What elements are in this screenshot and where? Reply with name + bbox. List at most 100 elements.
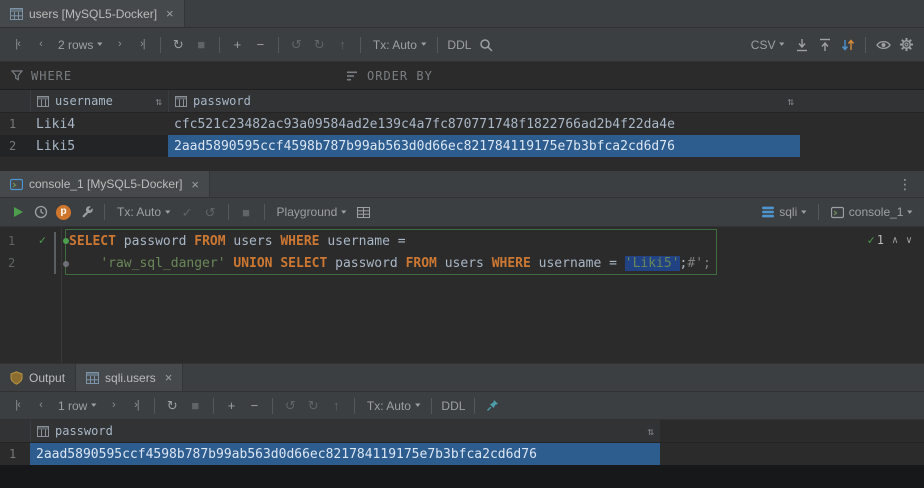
search-button[interactable] bbox=[474, 34, 497, 56]
commit-button[interactable]: ✓ bbox=[176, 201, 199, 223]
revert-button[interactable]: ↺ bbox=[285, 34, 308, 56]
next-page-button[interactable]: › bbox=[102, 395, 125, 417]
code-line-1[interactable]: SELECT password FROM users WHERE usernam… bbox=[62, 230, 924, 252]
order-by-input[interactable]: ORDER BY bbox=[336, 62, 444, 89]
tab-users-grid[interactable]: users [MySQL5-Docker] × bbox=[0, 0, 185, 27]
tx-mode-dropdown[interactable]: Tx: Auto ▾ bbox=[367, 34, 432, 56]
session-console-dropdown[interactable]: console_1 ▾ bbox=[825, 201, 918, 223]
sort-toggle-icon[interactable]: ⇅ bbox=[155, 95, 162, 108]
cell-password[interactable]: cfc521c23482ac93a09584ad2e139c4a7fc87077… bbox=[168, 113, 800, 135]
toolbar-separator bbox=[213, 398, 214, 414]
reload-button[interactable]: ↻ bbox=[167, 34, 190, 56]
code-line-2[interactable]: 'raw_sql_danger' UNION SELECT password F… bbox=[62, 252, 924, 274]
chevron-down-icon: ▾ bbox=[97, 41, 102, 48]
submit-button[interactable]: ↑ bbox=[325, 395, 348, 417]
prev-statement-icon[interactable]: ∧ bbox=[892, 235, 898, 246]
page-size-dropdown[interactable]: 2 rows ▾ bbox=[52, 34, 108, 56]
cell-username[interactable]: Liki4 bbox=[30, 113, 168, 135]
shield-icon bbox=[10, 371, 23, 385]
output-layout-button[interactable] bbox=[352, 201, 375, 223]
cancel-query-button[interactable]: ■ bbox=[235, 201, 258, 223]
session-db-dropdown[interactable]: sqli ▾ bbox=[756, 201, 812, 223]
editor-gutter: 1 2 ✓ bbox=[0, 227, 62, 363]
ddl-button[interactable]: DDL bbox=[444, 34, 474, 56]
column-header-username[interactable]: username ⇅ bbox=[30, 90, 168, 112]
row-number: 1 bbox=[0, 113, 30, 135]
add-row-button[interactable]: + bbox=[226, 34, 249, 56]
toolbar-separator bbox=[865, 37, 866, 53]
prev-page-button[interactable]: ‹ bbox=[29, 395, 52, 417]
sort-toggle-icon[interactable]: ⇅ bbox=[787, 95, 794, 108]
console-tab-bar: console_1 [MySQL5-Docker] × ⋮ bbox=[0, 171, 924, 198]
stop-button[interactable]: ■ bbox=[184, 395, 207, 417]
column-header-password[interactable]: password ⇅ bbox=[30, 420, 660, 442]
toolbar-separator bbox=[219, 37, 220, 53]
view-options-button[interactable] bbox=[872, 34, 895, 56]
settings-button[interactable] bbox=[895, 34, 918, 56]
last-page-button[interactable]: ›| bbox=[125, 395, 148, 417]
close-icon[interactable]: × bbox=[191, 178, 199, 191]
toolbar-separator bbox=[154, 398, 155, 414]
tab-sqli-users[interactable]: sqli.users × bbox=[76, 364, 183, 391]
toolbar-separator bbox=[360, 37, 361, 53]
parameters-button[interactable]: p bbox=[52, 201, 75, 223]
editor-code-area[interactable]: SELECT password FROM users WHERE usernam… bbox=[62, 227, 924, 363]
session-console-label: console_1 bbox=[849, 205, 904, 219]
column-header-password[interactable]: password ⇅ bbox=[168, 90, 800, 112]
close-icon[interactable]: × bbox=[165, 371, 173, 384]
console-file-icon bbox=[10, 178, 23, 191]
export-format-dropdown[interactable]: CSV ▾ bbox=[745, 34, 790, 56]
cell-username[interactable]: Liki5 bbox=[30, 135, 168, 157]
first-page-button[interactable]: |‹ bbox=[6, 395, 29, 417]
next-statement-icon[interactable]: ∨ bbox=[906, 235, 912, 246]
pin-tab-button[interactable] bbox=[481, 395, 504, 417]
last-page-button[interactable]: ›| bbox=[131, 34, 154, 56]
sort-toggle-icon[interactable]: ⇅ bbox=[647, 425, 654, 438]
stop-button[interactable]: ■ bbox=[190, 34, 213, 56]
page-size-dropdown[interactable]: 1 row ▾ bbox=[52, 395, 102, 417]
prev-page-button[interactable]: ‹ bbox=[29, 34, 52, 56]
table-icon bbox=[10, 8, 23, 20]
tx-mode-label: Tx: Auto bbox=[117, 205, 161, 219]
redo-button[interactable]: ↻ bbox=[302, 395, 325, 417]
close-icon[interactable]: × bbox=[166, 7, 174, 20]
data-extractor-button[interactable] bbox=[836, 34, 859, 56]
first-page-button[interactable]: |‹ bbox=[6, 34, 29, 56]
export-data-button[interactable] bbox=[790, 34, 813, 56]
revert-button[interactable]: ↺ bbox=[279, 395, 302, 417]
wrench-icon bbox=[80, 205, 94, 219]
cell-password-selected[interactable]: 2aad5890595ccf4598b787b99ab563d0d66ec821… bbox=[30, 443, 660, 465]
inspection-widget: ✓ 1 ∧ ∨ bbox=[867, 233, 912, 247]
toolbar-separator bbox=[160, 37, 161, 53]
reload-button[interactable]: ↻ bbox=[161, 395, 184, 417]
sql-token: WHERE bbox=[492, 256, 531, 271]
session-db-label: sqli bbox=[779, 205, 797, 219]
ddl-button[interactable]: DDL bbox=[438, 395, 468, 417]
sql-editor[interactable]: 1 2 ✓ SELECT password FROM users WHERE u… bbox=[0, 227, 924, 364]
delete-row-button[interactable]: − bbox=[243, 395, 266, 417]
where-filter-input[interactable]: WHERE bbox=[0, 62, 336, 89]
submit-button[interactable]: ↑ bbox=[331, 34, 354, 56]
tab-label: users [MySQL5-Docker] bbox=[29, 7, 157, 21]
playground-dropdown[interactable]: Playground ▾ bbox=[271, 201, 352, 223]
grid-header: username ⇅ password ⇅ bbox=[0, 90, 924, 113]
next-page-button[interactable]: › bbox=[108, 34, 131, 56]
chevron-down-icon: ▾ bbox=[801, 209, 806, 216]
import-data-button[interactable] bbox=[813, 34, 836, 56]
cell-password-selected[interactable]: 2aad5890595ccf4598b787b99ab563d0d66ec821… bbox=[168, 135, 800, 157]
download-icon bbox=[795, 38, 809, 52]
more-options-icon[interactable]: ⋮ bbox=[886, 171, 924, 197]
tx-mode-dropdown[interactable]: Tx: Auto ▾ bbox=[361, 395, 426, 417]
sql-token: FROM bbox=[406, 256, 437, 271]
delete-row-button[interactable]: − bbox=[249, 34, 272, 56]
history-button[interactable] bbox=[29, 201, 52, 223]
tab-console-1[interactable]: console_1 [MySQL5-Docker] × bbox=[0, 171, 210, 197]
tab-output[interactable]: Output bbox=[0, 364, 76, 391]
console-tx-mode-dropdown[interactable]: Tx: Auto ▾ bbox=[111, 201, 176, 223]
add-row-button[interactable]: + bbox=[220, 395, 243, 417]
configure-button[interactable] bbox=[75, 201, 98, 223]
rollback-button[interactable]: ↺ bbox=[199, 201, 222, 223]
column-icon bbox=[37, 426, 49, 437]
redo-button[interactable]: ↻ bbox=[308, 34, 331, 56]
run-button[interactable] bbox=[6, 201, 29, 223]
